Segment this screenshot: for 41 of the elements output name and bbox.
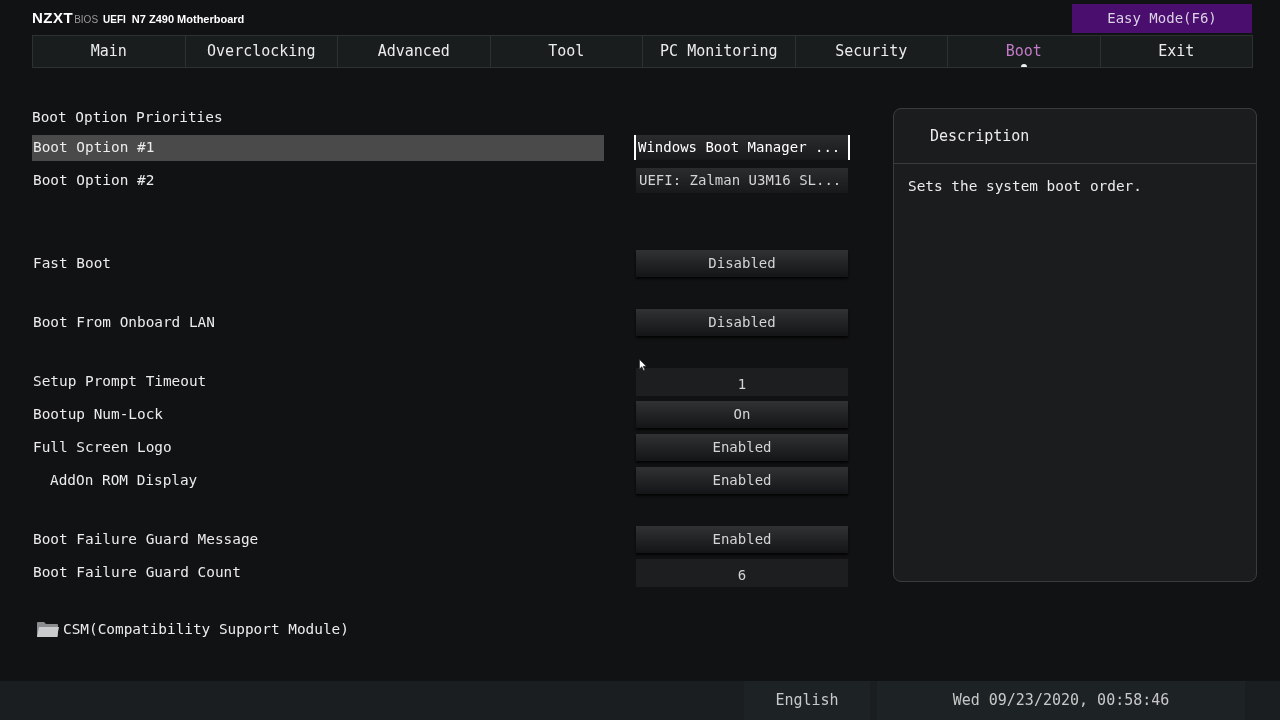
setting-label: Boot Option #2 — [33, 170, 155, 190]
option-button[interactable]: Disabled — [636, 250, 848, 277]
board-name: N7 Z490 Motherboard — [131, 11, 245, 27]
description-text: Sets the system boot order. — [908, 177, 1143, 196]
easy-mode-button[interactable]: Easy Mode(F6) — [1072, 4, 1252, 33]
nav-tab[interactable]: PC Monitoring — [643, 36, 796, 67]
option-button[interactable]: Enabled — [636, 526, 848, 553]
nav-tab[interactable]: Tool — [490, 36, 643, 67]
section-title: Boot Option Priorities — [32, 108, 223, 128]
nav-tab[interactable]: Overclocking — [185, 36, 338, 67]
option-button[interactable]: Enabled — [636, 434, 848, 461]
language-label[interactable]: English — [775, 689, 839, 712]
setting-label: AddOn ROM Display — [50, 470, 198, 490]
nav-tab[interactable]: Security — [795, 36, 948, 67]
option-button[interactable]: On — [636, 401, 848, 428]
setting-label: Setup Prompt Timeout — [33, 371, 207, 391]
setting-label: Boot Failure Guard Count — [33, 562, 241, 582]
nav-tab[interactable]: Advanced — [338, 36, 491, 67]
nav-tab[interactable]: Boot — [948, 36, 1101, 67]
setting-label: Fast Boot — [33, 253, 111, 273]
option-button[interactable]: Enabled — [636, 467, 848, 494]
folder-icon — [36, 621, 60, 639]
number-field[interactable]: 1 — [636, 367, 848, 396]
setting-label: Boot From Onboard LAN — [33, 312, 215, 332]
brand-suffix: BIOS — [74, 12, 99, 27]
firmware-label: UEFI — [103, 12, 126, 27]
setting-label: Boot Option #1 — [33, 137, 155, 157]
datetime-label: Wed 09/23/2020, 00:58:46 — [952, 690, 1170, 712]
nav-tab[interactable]: Main — [33, 36, 186, 67]
submenu-link[interactable]: CSM(Compatibility Support Module) — [36, 619, 349, 641]
nav-tab[interactable]: Exit — [1100, 36, 1252, 67]
option-button[interactable]: Disabled — [636, 309, 848, 336]
setting-label: Boot Failure Guard Message — [33, 529, 259, 549]
boot-device-button[interactable]: UEFI: Zalman U3M16 SL... — [636, 168, 848, 193]
number-field[interactable]: 6 — [636, 558, 848, 587]
brand-logo: NZXT — [32, 7, 74, 28]
description-title: Description — [930, 125, 1030, 147]
setting-label: Bootup Num-Lock — [33, 404, 163, 424]
boot-device-button[interactable]: Windows Boot Manager ... — [634, 135, 850, 160]
setting-label: Full Screen Logo — [33, 437, 172, 457]
mouse-pointer-icon — [639, 359, 647, 371]
